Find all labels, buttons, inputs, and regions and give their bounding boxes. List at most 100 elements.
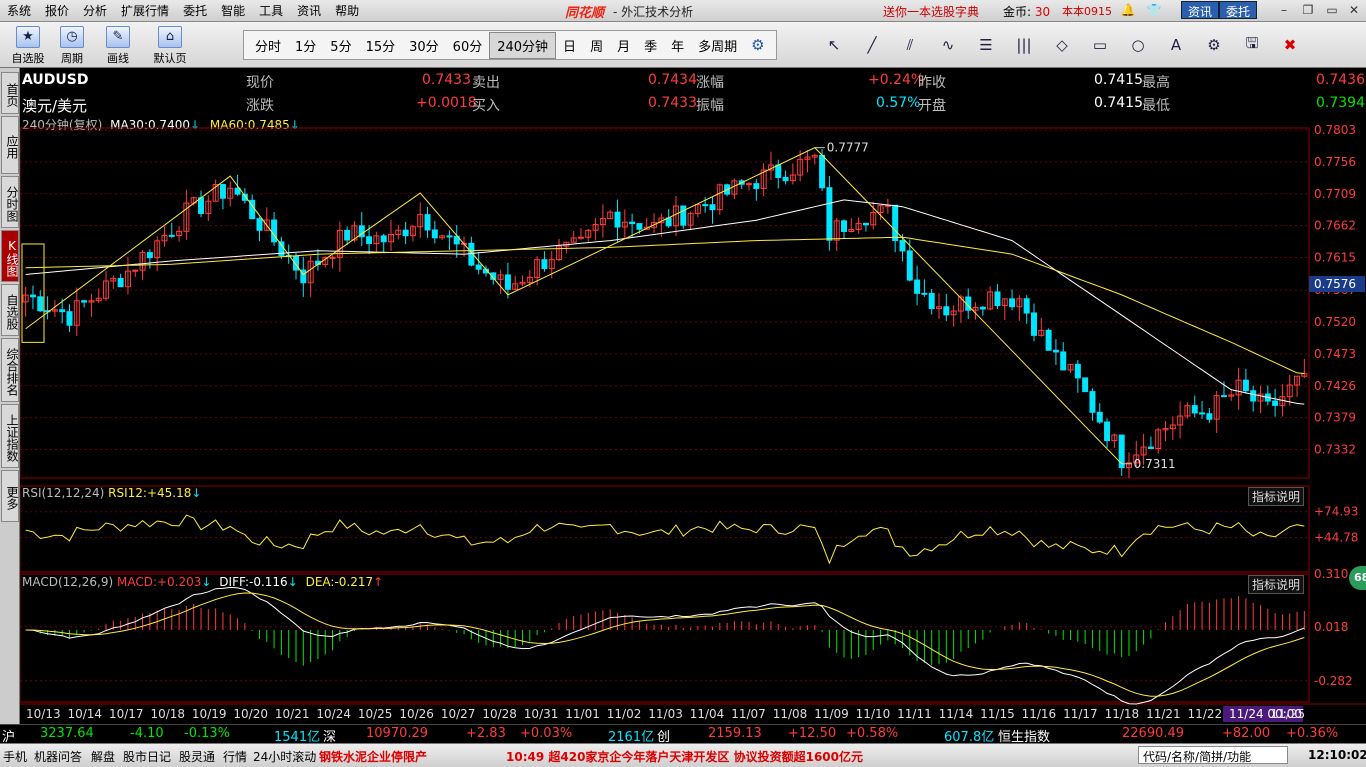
period-15m[interactable]: 15分 [359, 33, 403, 58]
bars-icon[interactable]: ||| [1005, 36, 1043, 54]
period-60m[interactable]: 60分 [446, 33, 490, 58]
menu-tools[interactable]: 工具 [252, 2, 290, 19]
search-input[interactable]: 代码/名称/简拼/功能 [1138, 746, 1288, 764]
parallel-lines-icon[interactable]: ⫽ [891, 36, 929, 54]
candle-body [914, 279, 921, 294]
down-arrow-icon: ↓ [191, 486, 202, 500]
status-qa[interactable]: 机器问答 [34, 748, 82, 765]
candle-body [446, 235, 453, 238]
menu-system[interactable]: 系统 [0, 2, 38, 19]
sidetab-apps[interactable]: 应用 [1, 116, 19, 174]
line-icon[interactable]: ╱ [853, 36, 891, 54]
clock: 12:10:02 [1308, 748, 1366, 762]
candle-body [475, 264, 482, 270]
headline[interactable]: 钢铁水泥企业停限产 [319, 748, 427, 765]
period-year[interactable]: 年 [664, 33, 691, 58]
default-page-button[interactable]: ⌂ 默认页 [148, 24, 192, 66]
tool-settings-icon[interactable]: ⚙ [1195, 36, 1233, 54]
sidetab-home[interactable]: 首页 [1, 72, 19, 114]
candlestick-chart[interactable]: 0.78030.77560.77090.76620.76150.75670.75… [20, 68, 1366, 726]
period-240m[interactable]: 240分钟 [489, 31, 557, 59]
settings-gear-icon[interactable]: ⚙ [744, 33, 771, 57]
candle-body [37, 296, 44, 312]
x-tick-label: 10/27 [441, 707, 476, 721]
restore-icon[interactable]: ❐ [1300, 3, 1316, 17]
home-icon: ⌂ [158, 26, 182, 48]
watchlist-button[interactable]: ★ 自选股 [6, 24, 50, 66]
status-mobile[interactable]: 手机 [3, 748, 27, 765]
x-tick-label: 11/17 [1063, 707, 1098, 721]
minimize-icon[interactable]: – [1276, 3, 1292, 17]
news-button[interactable]: 资讯 [1181, 1, 1220, 19]
candle-body [271, 219, 278, 243]
period-timeshare[interactable]: 分时 [248, 33, 288, 58]
candle-body [366, 236, 373, 244]
period-5m[interactable]: 5分 [323, 33, 358, 58]
x-tick-label: 10/21 [275, 707, 310, 721]
text-icon[interactable]: A [1157, 36, 1195, 54]
candle-body [59, 309, 66, 313]
annotation-label: 0.7777 [827, 141, 869, 155]
pencil-icon: ✎ [106, 26, 130, 48]
sidetab-timeshare[interactable]: 分时图 [1, 176, 19, 228]
dea-value: -0.217 [334, 575, 374, 589]
sidetab-kline[interactable]: K线图 [1, 230, 19, 282]
x-tick-label: 10/17 [109, 707, 144, 721]
rectangle-icon[interactable]: ▭ [1081, 36, 1119, 54]
draw-button[interactable]: ✎ 画线 [96, 24, 140, 66]
channel-icon[interactable]: ◇ [1043, 36, 1081, 54]
menu-help[interactable]: 帮助 [328, 2, 366, 19]
candle-body [819, 154, 826, 189]
menu-trade[interactable]: 委托 [176, 2, 214, 19]
floating-badge[interactable]: 68 [1349, 566, 1366, 590]
status-diary[interactable]: 股市日记 [123, 748, 171, 765]
news-ticker[interactable]: 10:49 超420家京企今年落户天津开发区 协议投资额超1600亿元 [506, 748, 863, 765]
menu-quote[interactable]: 报价 [38, 2, 76, 19]
bell-icon[interactable]: 🔔 [1120, 3, 1136, 17]
candle-body [117, 277, 124, 288]
candle-body [431, 229, 438, 239]
rsi-help-button[interactable]: 指标说明 [1248, 487, 1305, 506]
close-icon[interactable]: ✕ [1346, 3, 1362, 17]
candle-body [1074, 363, 1081, 379]
sidetab-sh-index[interactable]: 上证指数 [1, 404, 19, 468]
menu-extended[interactable]: 扩展行情 [114, 2, 176, 19]
status-24h[interactable]: 24小时滚动 [253, 748, 316, 765]
menu-news[interactable]: 资讯 [290, 2, 328, 19]
period-30m[interactable]: 30分 [402, 33, 446, 58]
menu-smart[interactable]: 智能 [214, 2, 252, 19]
sh-change: -4.10 [130, 726, 164, 741]
delete-icon[interactable]: ✖ [1271, 36, 1309, 54]
shirt-icon[interactable]: 👕 [1146, 3, 1162, 17]
period-multi[interactable]: 多周期 [691, 33, 744, 58]
save-icon[interactable]: 🖫 [1233, 33, 1271, 58]
fibonacci-icon[interactable]: ☰ [967, 36, 1005, 54]
sidetab-watchlist[interactable]: 自选股 [1, 284, 19, 336]
promo-link[interactable]: 送你一本选股字典 [883, 3, 979, 20]
wave-icon[interactable]: ∿ [929, 36, 967, 54]
menu-analysis[interactable]: 分析 [76, 2, 114, 19]
hs-index: 22690.49 [1122, 726, 1185, 741]
candle-body [1250, 390, 1257, 402]
circle-icon[interactable]: ○ [1119, 36, 1157, 54]
status-stock-link[interactable]: 股灵通 [179, 748, 215, 765]
macd-help-button[interactable]: 指标说明 [1248, 575, 1305, 594]
status-analysis[interactable]: 解盘 [91, 748, 115, 765]
sidetab-ranking[interactable]: 综合排名 [1, 338, 19, 402]
cursor-icon[interactable]: ↖ [815, 36, 853, 54]
period-button[interactable]: ◷ 周期 [50, 24, 94, 66]
period-day[interactable]: 日 [556, 33, 583, 58]
period-month[interactable]: 月 [610, 33, 637, 58]
candle-body [66, 311, 73, 326]
trade-button[interactable]: 委托 [1219, 1, 1258, 19]
x-tick-label: 11/25 [1271, 707, 1306, 721]
candle-body [1089, 391, 1096, 413]
period-week[interactable]: 周 [583, 33, 610, 58]
status-market[interactable]: 行情 [223, 748, 247, 765]
sidetab-more[interactable]: 更多 [1, 470, 19, 522]
candle-body [906, 250, 913, 281]
restore-down-icon[interactable]: ▭ [1324, 3, 1340, 17]
candle-body [504, 274, 511, 290]
period-1m[interactable]: 1分 [288, 33, 323, 58]
period-quarter[interactable]: 季 [637, 33, 664, 58]
